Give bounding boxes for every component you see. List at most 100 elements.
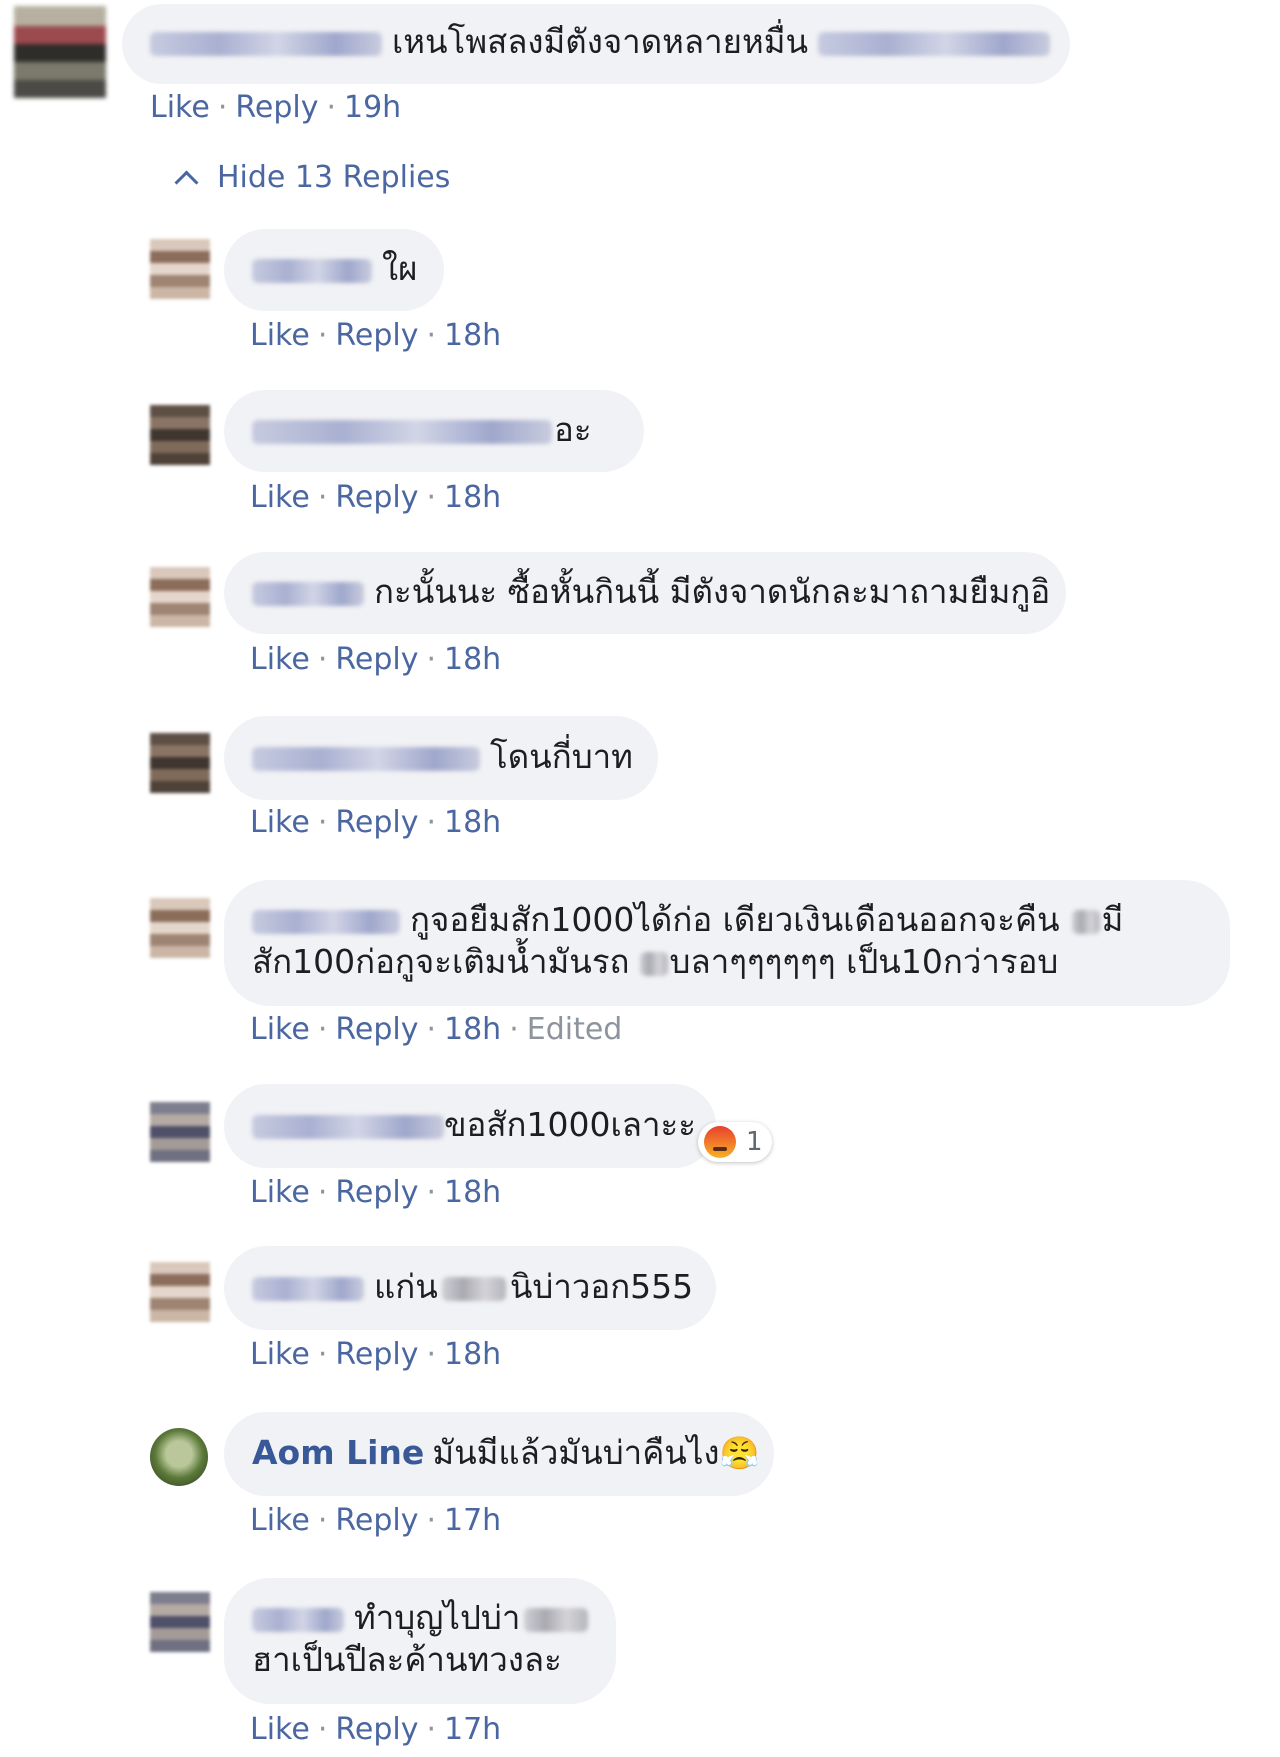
- timestamp[interactable]: 17h: [444, 1503, 501, 1538]
- reply-bubble: ขอสัก1000เลาะะ: [224, 1084, 716, 1168]
- reply-link[interactable]: Reply: [335, 1712, 418, 1747]
- timestamp[interactable]: 18h: [444, 1175, 501, 1210]
- reply-link[interactable]: Reply: [335, 480, 418, 515]
- avatar[interactable]: [150, 1102, 210, 1162]
- avatar[interactable]: [150, 733, 210, 793]
- avatar[interactable]: [150, 1592, 210, 1652]
- reply-link[interactable]: Reply: [335, 642, 418, 677]
- timestamp[interactable]: 18h: [444, 1337, 501, 1372]
- edited-label[interactable]: Edited: [527, 1012, 623, 1047]
- reply-bubble: ใผ: [224, 229, 444, 311]
- reply-link[interactable]: Reply: [335, 805, 418, 840]
- reply-line-2: สัก100ก่อกูจะเติมน้ำมันรถ บลาๆๆๆๆๆๆ เป็น1…: [252, 941, 1202, 983]
- reply-actions: Like · Reply · 18h: [250, 642, 502, 677]
- reply-text: แก่น: [374, 1267, 438, 1306]
- avatar[interactable]: [150, 239, 210, 299]
- author-name[interactable]: Aom Line: [252, 1433, 424, 1472]
- like-link[interactable]: Like: [250, 642, 310, 677]
- avatar[interactable]: [150, 898, 210, 958]
- avatar[interactable]: [150, 1428, 208, 1486]
- reply-text: อะ: [554, 410, 592, 449]
- reply-link[interactable]: Reply: [335, 1012, 418, 1047]
- reaction-badge[interactable]: 1: [698, 1122, 772, 1162]
- comment-text: เหนโพสลงมีตังจาดหลายหมื่น: [392, 22, 809, 61]
- reply-bubble: กะนั้นนะ ซื้อหั้นกินนี้ มีตังจาดนักละมาถ…: [224, 552, 1066, 634]
- angry-reaction-icon: [704, 1126, 736, 1158]
- reply-text: โดนกี่บาท: [490, 737, 633, 776]
- like-link[interactable]: Like: [250, 1175, 310, 1210]
- reply-text: มี: [1101, 900, 1124, 939]
- reply-text: ทำบุญไปบ่า: [354, 1598, 521, 1637]
- reply-bubble: กูจอยืมสัก1000ได้ก่อ เดียวเงินเดือนออกจะ…: [224, 880, 1230, 1006]
- timestamp[interactable]: 19h: [344, 90, 401, 125]
- reply-link[interactable]: Reply: [335, 318, 418, 353]
- reply-actions: Like · Reply · 18h: [250, 805, 502, 840]
- redacted-name: [252, 419, 552, 444]
- reply-link[interactable]: Reply: [335, 1337, 418, 1372]
- like-link[interactable]: Like: [250, 1012, 310, 1047]
- reply-actions: Like · Reply · 17h: [250, 1503, 502, 1538]
- chevron-up-icon: [174, 170, 199, 195]
- like-link[interactable]: Like: [250, 1337, 310, 1372]
- reply-text: สัก100ก่อกูจะเติมน้ำมันรถ: [252, 942, 630, 981]
- avatar[interactable]: [150, 405, 210, 465]
- reply-text: ขอสัก1000เลาะะ: [444, 1105, 696, 1144]
- redacted-name: [252, 1607, 344, 1632]
- reply-bubble: อะ: [224, 390, 644, 472]
- redacted-text: [524, 1607, 589, 1632]
- redacted-name: [150, 31, 382, 56]
- redacted-name: [252, 581, 364, 606]
- reply-bubble: โดนกี่บาท: [224, 716, 658, 800]
- reply-text: ใผ: [382, 249, 418, 288]
- like-link[interactable]: Like: [250, 805, 310, 840]
- like-link[interactable]: Like: [250, 480, 310, 515]
- angry-face-icon: 😤: [719, 1434, 760, 1472]
- avatar[interactable]: [150, 567, 210, 627]
- like-link[interactable]: Like: [250, 1503, 310, 1538]
- hide-replies-link[interactable]: Hide 13 Replies: [174, 160, 451, 195]
- reply-actions: Like · Reply · 18h: [250, 480, 502, 515]
- reply-text: นิบ่าวอก555: [509, 1267, 694, 1306]
- redacted-name: [252, 1276, 364, 1301]
- reply-bubble: Aom Line มันมีแล้วมันบ่าคืนไง😤: [224, 1412, 774, 1496]
- avatar[interactable]: [14, 6, 106, 98]
- reply-actions: Like · Reply · 18h: [250, 1337, 502, 1372]
- timestamp[interactable]: 18h: [444, 1012, 501, 1047]
- reply-link[interactable]: Reply: [335, 1175, 418, 1210]
- reaction-count: 1: [746, 1127, 763, 1157]
- reply-actions: Like · Reply · 18h: [250, 318, 502, 353]
- reply-actions: Like · Reply · 18h: [250, 1175, 502, 1210]
- redacted-text: [441, 1276, 506, 1301]
- redacted-name: [252, 258, 372, 283]
- reply-bubble: แก่น นิบ่าวอก555: [224, 1246, 716, 1330]
- timestamp[interactable]: 18h: [444, 318, 501, 353]
- timestamp[interactable]: 17h: [444, 1712, 501, 1747]
- reply-line-1: ทำบุญไปบ่า: [252, 1597, 589, 1639]
- like-link[interactable]: Like: [250, 318, 310, 353]
- reply-link[interactable]: Reply: [235, 90, 318, 125]
- reply-bubble: ทำบุญไปบ่า ฮาเป็นปีละค้านทวงละ: [224, 1578, 616, 1704]
- comment-bubble: เหนโพสลงมีตังจาดหลายหมื่น: [122, 4, 1070, 84]
- reply-line-2: ฮาเป็นปีละค้านทวงละ: [252, 1640, 562, 1679]
- timestamp[interactable]: 18h: [444, 805, 501, 840]
- redacted-text: [639, 951, 668, 976]
- timestamp[interactable]: 18h: [444, 480, 501, 515]
- reply-actions: Like · Reply · 17h: [250, 1712, 502, 1747]
- reply-actions: Like · Reply · 18h · Edited: [250, 1012, 623, 1047]
- redacted-name: [252, 909, 400, 934]
- redacted-text: [818, 31, 1051, 56]
- like-link[interactable]: Like: [150, 90, 210, 125]
- reply-text: กูจอยืมสัก1000ได้ก่อ เดียวเงินเดือนออกจะ…: [410, 900, 1060, 939]
- hide-replies-label: Hide 13 Replies: [217, 160, 451, 195]
- comment-actions: Like · Reply · 19h: [150, 90, 402, 125]
- reply-text: มันมีแล้วมันบ่าคืนไง: [432, 1433, 720, 1472]
- redacted-name: [252, 1114, 444, 1139]
- reply-text: บลาๆๆๆๆๆๆ เป็น10กว่ารอบ: [669, 942, 1059, 981]
- avatar[interactable]: [150, 1262, 210, 1322]
- like-link[interactable]: Like: [250, 1712, 310, 1747]
- timestamp[interactable]: 18h: [444, 642, 501, 677]
- redacted-name: [252, 746, 480, 771]
- reply-link[interactable]: Reply: [335, 1503, 418, 1538]
- reply-line-1: กูจอยืมสัก1000ได้ก่อ เดียวเงินเดือนออกจะ…: [252, 899, 1202, 941]
- reply-text: กะนั้นนะ ซื้อหั้นกินนี้ มีตังจาดนักละมาถ…: [374, 572, 1051, 611]
